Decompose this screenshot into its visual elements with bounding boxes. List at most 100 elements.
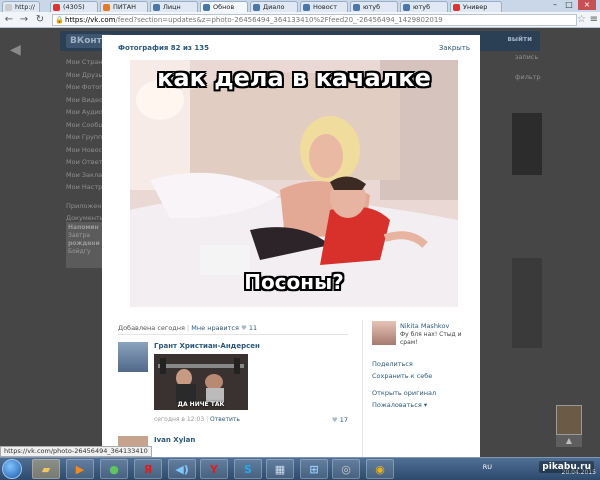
sidebar-item[interactable]: Мои Видео [66, 94, 106, 107]
like-button[interactable]: Мне нравится [191, 324, 239, 332]
mini-player-thumbnail[interactable] [556, 405, 582, 435]
menu-icon[interactable]: ≡ [590, 14, 598, 26]
sidebar-item[interactable]: Мои Аудио [66, 106, 106, 119]
vk-icon [203, 4, 210, 11]
sidebar-item[interactable]: Приложени [66, 200, 106, 213]
reply-link[interactable]: Ответить [210, 416, 240, 423]
photo-viewer: Фотография 82 из 135 Закрыть как дела в … [102, 35, 480, 466]
bookmark-star-icon[interactable]: ☆ [577, 14, 586, 26]
url-input[interactable]: 🔒 https://vk.com/feed?section=updates&z=… [52, 14, 577, 26]
browser-tab[interactable]: Универ [450, 1, 502, 12]
vk-icon [303, 4, 310, 11]
browser-tab[interactable]: ютуб [350, 1, 398, 12]
author-name[interactable]: Nikita Mashkov [400, 322, 449, 330]
vk-icon [353, 4, 360, 11]
comment-author[interactable]: Грант Христиан-Андерсен [154, 342, 260, 350]
heart-icon[interactable]: ♥ [241, 324, 247, 332]
comment-image[interactable]: ДА НИЧЕ ТАК [154, 354, 248, 410]
language-indicator[interactable]: RU [483, 463, 492, 471]
yandex-icon[interactable]: Я [134, 459, 162, 479]
sidebar-item[interactable]: Мои Сообщ [66, 119, 106, 132]
birthday-reminder: Напомин Завтра рождени Бойдгу [66, 222, 104, 268]
scroll-up-button[interactable]: ▲ [556, 435, 582, 447]
comment-image-caption: ДА НИЧЕ ТАК [177, 401, 225, 408]
comment-time[interactable]: сегодня в 12:03 [154, 416, 204, 423]
vk-icon [253, 4, 260, 11]
added-label: Добавлена сегодня [118, 324, 185, 332]
audio-player-icon[interactable]: ◀) [168, 459, 196, 479]
sidebar-item[interactable]: Мои Настро [66, 181, 106, 194]
image-viewer-icon[interactable]: ▦ [266, 459, 294, 479]
logout-link[interactable]: выйти [507, 35, 532, 43]
start-button[interactable] [2, 459, 22, 479]
right-column: запись фильтр [497, 53, 542, 93]
comment-author[interactable]: Ivan Xylan [154, 436, 195, 444]
browser-tab[interactable]: http:// [2, 1, 40, 12]
avatar[interactable] [118, 342, 148, 372]
network-icon[interactable]: ⊞ [300, 459, 328, 479]
yandex-browser-icon[interactable]: Y [200, 459, 228, 479]
explorer-icon[interactable]: ▰ [32, 459, 60, 479]
reload-button[interactable]: ↻ [34, 14, 46, 26]
sidebar-item[interactable]: Мои Групп [66, 131, 106, 144]
browser-tab[interactable]: (4305) [50, 1, 98, 12]
windows-media-icon[interactable]: ● [100, 459, 128, 479]
disk-icon[interactable]: ◎ [332, 459, 360, 479]
feed-thumbnail [512, 258, 542, 348]
meme-caption-bottom: Посоны? [244, 270, 344, 294]
browser-tab[interactable]: Новост [300, 1, 348, 12]
right-link[interactable]: фильтр [497, 73, 542, 93]
vk-icon [153, 4, 160, 11]
browser-tab[interactable]: Лицн [150, 1, 198, 12]
sidebar-item[interactable]: Мои Новос [66, 144, 106, 157]
meme-caption-top: как дела в качалке [157, 64, 431, 92]
divider [118, 334, 348, 335]
author-caption: Фу бля нах! Стыд и срам! [400, 331, 462, 346]
chrome-icon[interactable]: ◉ [366, 459, 394, 479]
browser-tab-active[interactable]: Обнов [200, 1, 248, 12]
comment-footer: сегодня в 12:03 | Ответить [154, 416, 240, 423]
close-viewer-link[interactable]: Закрыть [439, 44, 470, 52]
sidebar-item[interactable]: Мои Заклад [66, 169, 106, 182]
sidebar-item[interactable]: Мои Фотог [66, 81, 106, 94]
tab-strip: http:// (4305) ПИТАН Лицн Обнов Диало Но… [0, 0, 600, 12]
forward-button[interactable]: → [18, 14, 30, 26]
minimize-button[interactable]: – [548, 0, 562, 10]
back-button[interactable]: ← [3, 14, 15, 26]
browser-tab[interactable]: ютуб [400, 1, 448, 12]
report-link[interactable]: Пожаловаться ▾ [372, 401, 436, 413]
maximize-button[interactable]: □ [562, 0, 576, 10]
browser-tab[interactable]: ПИТАН [100, 1, 148, 12]
photo-image[interactable]: как дела в качалке Посоны? [130, 60, 458, 307]
lock-icon: 🔒 [55, 16, 64, 24]
sidebar-item[interactable]: Мои Стран [66, 56, 106, 69]
media-player-icon[interactable]: ▶ [66, 459, 94, 479]
photo-counter: Фотография 82 из 135 [118, 44, 209, 52]
share-link[interactable]: Поделиться [372, 360, 436, 372]
like-count: 11 [248, 324, 258, 332]
heart-icon: ♥ [331, 416, 338, 424]
youtube-icon [53, 4, 60, 11]
save-link[interactable]: Сохранить к себе [372, 372, 436, 384]
photo-actions: Поделиться Сохранить к себе Открыть ориг… [372, 360, 436, 413]
page-icon [103, 4, 110, 11]
page-icon [5, 4, 12, 11]
browser-tab[interactable]: Диало [250, 1, 298, 12]
taskbar: ▰ ▶ ● Я ◀) Y S ▦ ⊞ ◎ ◉ RU 20.04.2015 [0, 457, 600, 480]
sidebar-item[interactable]: Мои Друзь [66, 69, 106, 82]
address-bar-row: ← → ↻ 🔒 https://vk.com/feed?section=upda… [0, 12, 600, 28]
back-arrow-icon[interactable]: ◀ [10, 42, 21, 58]
watermark: pikabu.ru [539, 461, 594, 473]
skype-icon[interactable]: S [234, 459, 262, 479]
open-original-link[interactable]: Открыть оригинал [372, 389, 436, 401]
sidebar-item[interactable]: Мои Ответ [66, 156, 106, 169]
status-url: https://vk.com/photo-26456494_364133410 [0, 446, 152, 457]
close-window-button[interactable]: × [578, 0, 596, 10]
youtube-icon [453, 4, 460, 11]
comment: Грант Христиан-Андерсен ДА НИЧЕ ТАК сего… [118, 342, 358, 434]
right-link[interactable]: запись [497, 53, 542, 73]
column-divider [362, 320, 363, 460]
avatar[interactable] [372, 321, 396, 345]
feed-thumbnail [512, 113, 542, 175]
comment-like[interactable]: ♥ 17 [332, 416, 348, 424]
